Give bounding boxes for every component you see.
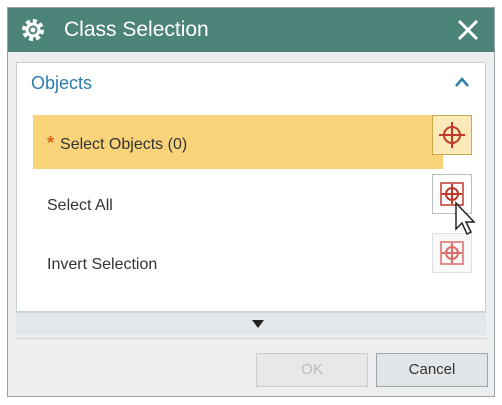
required-star: * [47, 133, 55, 153]
chevron-up-icon[interactable] [453, 75, 471, 89]
triangle-down-icon[interactable] [251, 319, 265, 329]
close-icon[interactable] [452, 14, 484, 46]
dialog-titlebar: Class Selection [8, 8, 494, 52]
group-title: Objects [31, 73, 93, 93]
class-selection-dialog: Class Selection Objects * Select Objects … [7, 7, 495, 397]
invert-selection-label: Invert Selection [47, 256, 158, 273]
ok-button[interactable]: OK [256, 353, 368, 387]
select-objects-row[interactable]: * Select Objects (0) [33, 115, 443, 169]
select-all-label: Select All [47, 197, 113, 214]
select-all-row[interactable]: Select All [33, 179, 443, 233]
footer-divider [16, 338, 486, 339]
objects-group: Objects * Select Objects (0) Select All I… [16, 62, 486, 312]
crosshair-icon [439, 122, 465, 148]
group-header[interactable]: Objects [17, 63, 485, 103]
select-objects-label: Select Objects (0) [60, 136, 188, 153]
gear-icon [22, 19, 44, 41]
select-objects-button[interactable] [432, 115, 472, 155]
dialog-title: Class Selection [64, 18, 209, 41]
mouse-cursor-icon [455, 201, 476, 236]
cancel-button[interactable]: Cancel [376, 353, 488, 387]
invert-selection-row[interactable]: Invert Selection [33, 238, 443, 292]
